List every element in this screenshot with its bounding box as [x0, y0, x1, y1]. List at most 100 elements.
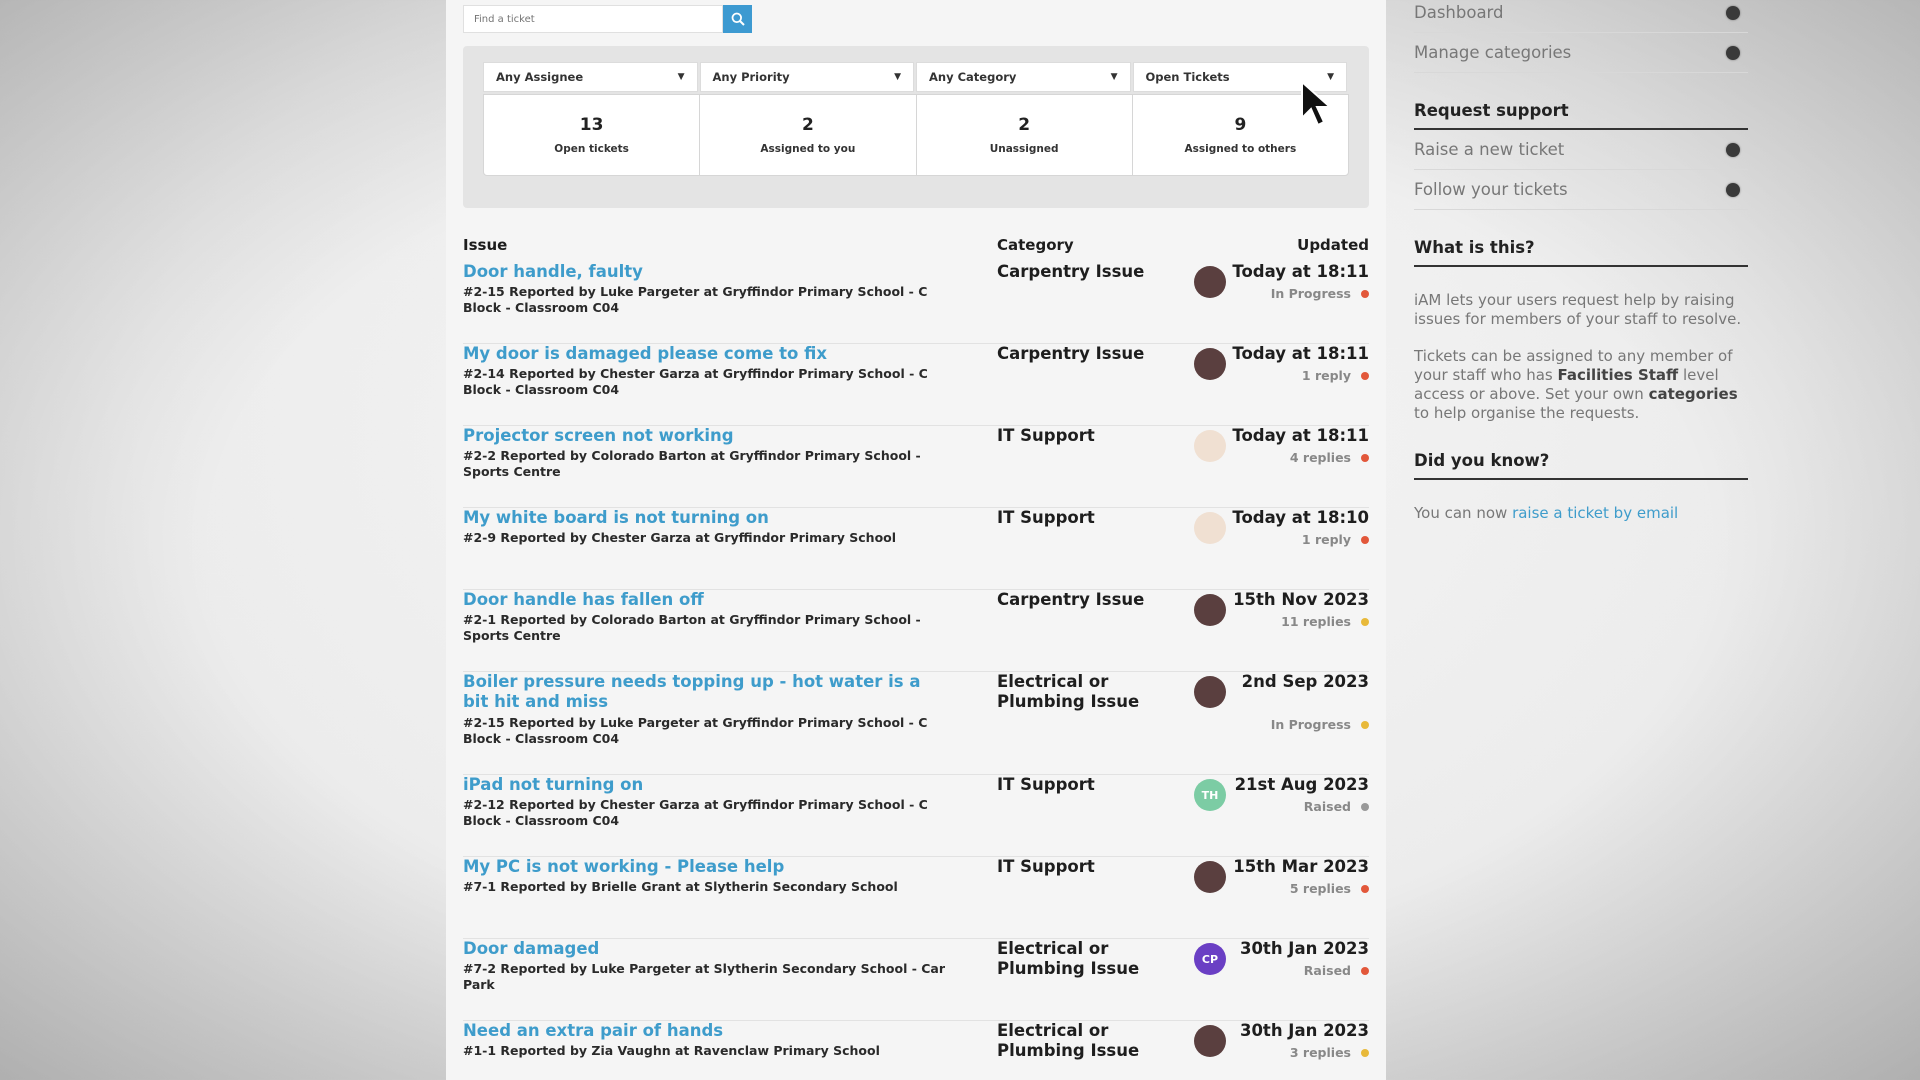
ticket-title[interactable]: Boiler pressure needs topping up - hot w…: [463, 672, 943, 712]
ticket-row[interactable]: Door damaged #7-2 Reported by Luke Parge…: [463, 939, 1369, 1021]
ticket-title[interactable]: iPad not turning on: [463, 775, 943, 795]
ticket-meta: #2-15 Reported by Luke Pargeter at Gryff…: [463, 715, 928, 746]
ticket-row[interactable]: Boiler pressure needs topping up - hot w…: [463, 672, 1369, 775]
ticket-status: 5 replies: [1289, 881, 1351, 896]
ticket-updated: 15th Mar 2023: [1233, 857, 1369, 876]
ticket-category: Carpentry Issue: [997, 344, 1145, 363]
stats-row: 13 Open tickets 2 Assigned to you 2 Unassig…: [483, 94, 1349, 176]
ticket-list: Door handle, faulty #2-15 Reported by Lu…: [463, 262, 1369, 1080]
bullet-icon: [1726, 182, 1740, 197]
status-dot-icon: [1361, 290, 1369, 298]
text-fragment: You can now: [1414, 504, 1513, 522]
stat-open-tickets[interactable]: 13 Open tickets: [484, 95, 701, 175]
ticket-updated: Today at 18:11: [1232, 262, 1369, 281]
mouse-cursor-icon: [1301, 80, 1333, 127]
sidebar-link-manage-categories[interactable]: Manage categories: [1414, 33, 1748, 73]
stat-value: 2: [801, 115, 814, 135]
filter-row: Any Assignee ▼ Any Priority ▼ Any Category…: [483, 62, 1349, 92]
ticket-updated: Today at 18:11: [1232, 426, 1369, 445]
ticket-title[interactable]: My door is damaged please come to fix: [463, 344, 943, 364]
ticket-status: In Progress: [1270, 286, 1351, 301]
stat-label: Assigned to others: [1184, 143, 1297, 155]
filter-label: Any Category: [929, 70, 1017, 84]
stat-value: 9: [1234, 115, 1247, 135]
ticket-row[interactable]: My door is damaged please come to fix #2…: [463, 344, 1369, 426]
avatar: [1194, 594, 1226, 626]
ticket-meta: #1-1 Reported by Zia Vaughn at Ravenclaw…: [463, 1043, 880, 1058]
ticket-meta: #7-2 Reported by Luke Pargeter at Slythe…: [463, 961, 946, 992]
ticket-row[interactable]: Door handle has fallen off #2-1 Reported…: [463, 590, 1369, 672]
ticket-updated: 21st Aug 2023: [1234, 775, 1369, 794]
did-you-know-text: You can now raise a ticket by email: [1414, 504, 1748, 523]
filter-label: Open Tickets: [1145, 70, 1230, 84]
ticket-status: 4 replies: [1289, 450, 1351, 465]
bullet-icon: [1726, 45, 1740, 60]
header-updated[interactable]: Updated: [1297, 236, 1369, 254]
sidebar-link-label: Follow your tickets: [1414, 180, 1568, 199]
search-bar: [463, 5, 752, 33]
sidebar-link-dashboard[interactable]: Dashboard: [1414, 0, 1748, 33]
avatar: [1194, 676, 1226, 708]
ticket-title[interactable]: My PC is not working - Please help: [463, 857, 943, 877]
what-is-this-heading: What is this?: [1414, 238, 1748, 267]
ticket-category: Electrical or Plumbing Issue: [997, 672, 1140, 711]
ticket-row[interactable]: My white board is not turning on #2-9 Re…: [463, 508, 1369, 590]
assignee-filter[interactable]: Any Assignee ▼: [483, 62, 698, 92]
caret-down-icon: ▼: [1110, 72, 1118, 82]
status-dot-icon: [1361, 803, 1369, 811]
avatar: [1194, 348, 1226, 380]
what-is-this-text-2: Tickets can be assigned to any member of…: [1414, 347, 1748, 423]
status-dot-icon: [1361, 967, 1369, 975]
ticket-row[interactable]: Need an extra pair of hands #1-1 Reporte…: [463, 1021, 1369, 1080]
sidebar-link-raise-ticket[interactable]: Raise a new ticket: [1414, 130, 1748, 170]
ticket-meta: #2-9 Reported by Chester Garza at Gryffi…: [463, 530, 897, 545]
ticket-row[interactable]: iPad not turning on #2-12 Reported by Ch…: [463, 775, 1369, 857]
status-dot-icon: [1361, 618, 1369, 626]
priority-filter[interactable]: Any Priority ▼: [699, 62, 914, 92]
search-icon: [731, 12, 745, 26]
ticket-meta: #2-12 Reported by Chester Garza at Gryff…: [463, 797, 928, 828]
avatar: [1194, 266, 1226, 298]
status-dot-icon: [1361, 1049, 1369, 1057]
raise-by-email-link[interactable]: raise a ticket by email: [1512, 504, 1678, 522]
ticket-title[interactable]: Door handle has fallen off: [463, 590, 943, 610]
ticket-category: IT Support: [997, 775, 1095, 794]
ticket-category: IT Support: [997, 508, 1095, 527]
header-issue[interactable]: Issue: [463, 236, 507, 254]
avatar: [1194, 512, 1226, 544]
sidebar: Dashboard Manage categories Request supp…: [1414, 0, 1748, 523]
ticket-meta: #2-14 Reported by Chester Garza at Gryff…: [463, 366, 928, 397]
category-filter[interactable]: Any Category ▼: [916, 62, 1131, 92]
ticket-category: Electrical or Plumbing Issue: [997, 1021, 1140, 1060]
avatar: TH: [1194, 779, 1226, 811]
ticket-updated: Today at 18:10: [1232, 508, 1369, 527]
stat-label: Unassigned: [989, 143, 1059, 155]
ticket-status: In Progress: [1270, 717, 1351, 732]
ticket-updated: 30th Jan 2023: [1239, 939, 1369, 958]
ticket-row[interactable]: My PC is not working - Please help #7-1 …: [463, 857, 1369, 939]
status-dot-icon: [1361, 536, 1369, 544]
ticket-status: Raised: [1303, 799, 1351, 814]
ticket-status: 3 replies: [1289, 1045, 1351, 1060]
ticket-title[interactable]: Door damaged: [463, 939, 943, 959]
sidebar-link-follow-tickets[interactable]: Follow your tickets: [1414, 170, 1748, 210]
ticket-row[interactable]: Projector screen not working #2-2 Report…: [463, 426, 1369, 508]
stat-unassigned[interactable]: 2 Unassigned: [917, 95, 1133, 175]
ticket-status: 1 reply: [1301, 368, 1351, 383]
main-content: Any Assignee ▼ Any Priority ▼ Any Category…: [446, 0, 1386, 1080]
filter-panel: Any Assignee ▼ Any Priority ▼ Any Category…: [463, 46, 1369, 208]
search-input[interactable]: [463, 5, 723, 33]
header-category[interactable]: Category: [997, 236, 1074, 254]
ticket-title[interactable]: Projector screen not working: [463, 426, 943, 446]
ticket-updated: 2nd Sep 2023: [1241, 672, 1369, 691]
avatar: [1194, 861, 1226, 893]
stat-assigned-to-you[interactable]: 2 Assigned to you: [700, 95, 917, 175]
ticket-row[interactable]: Door handle, faulty #2-15 Reported by Lu…: [463, 262, 1369, 344]
ticket-title[interactable]: My white board is not turning on: [463, 508, 943, 528]
ticket-meta: #2-2 Reported by Colorado Barton at Gryf…: [463, 448, 921, 479]
bullet-icon: [1726, 5, 1740, 20]
text-emphasis: Facilities Staff: [1557, 366, 1679, 384]
search-button[interactable]: [723, 5, 752, 33]
ticket-title[interactable]: Need an extra pair of hands: [463, 1021, 943, 1041]
ticket-title[interactable]: Door handle, faulty: [463, 262, 943, 282]
